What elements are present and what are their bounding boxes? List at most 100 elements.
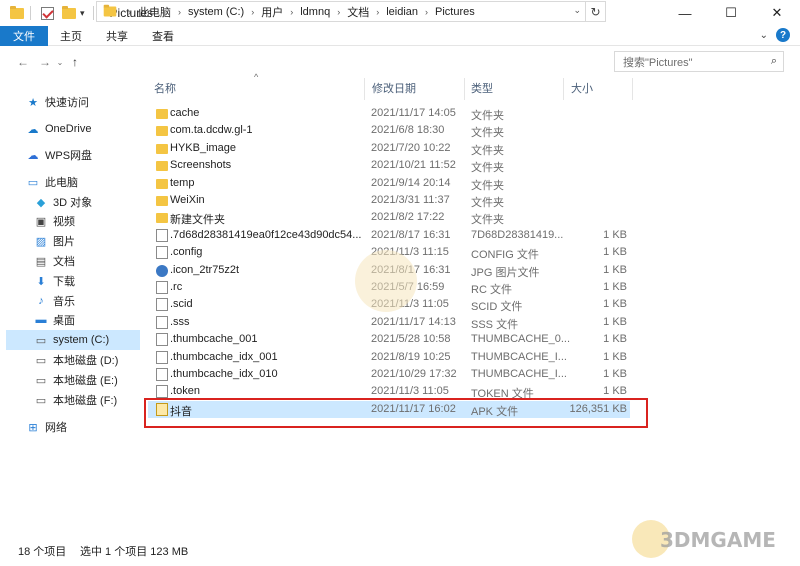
sidebar-item-onedrive[interactable]: ☁ OneDrive <box>26 119 160 139</box>
file-row[interactable]: temp 2021/9/14 20:14 文件夹 <box>148 175 630 192</box>
file-size: 1 KB <box>603 263 627 276</box>
ribbon-right: ⌄ ? <box>760 28 790 42</box>
file-row[interactable]: .thumbcache_001 2021/5/28 10:58 THUMBCAC… <box>148 331 630 348</box>
sidebar-item-label: 桌面 <box>53 315 75 327</box>
sort-ascending-icon: ^ <box>254 72 259 82</box>
file-row[interactable]: 新建文件夹 2021/8/2 17:22 文件夹 <box>148 209 630 226</box>
tab-view[interactable]: 查看 <box>140 26 186 46</box>
sidebar-item-system-c[interactable]: ▭ system (C:) <box>6 330 140 350</box>
tab-file[interactable]: 文件 <box>0 25 48 46</box>
file-type: RC 文件 <box>471 284 512 296</box>
breadcrumb-item[interactable]: 用户 <box>261 4 283 20</box>
address-bar[interactable]: › 此电脑 › system (C:) › 用户 › ldmnq › 文档 › … <box>96 1 606 22</box>
file-size: 1 KB <box>603 298 627 311</box>
file-size: 1 KB <box>603 246 627 259</box>
sidebar-item-label: WPS网盘 <box>45 150 93 162</box>
column-header-date[interactable]: 修改日期 <box>372 76 416 100</box>
column-header-size[interactable]: 大小 <box>571 76 593 100</box>
selection-info: 选中 1 个项目 123 MB <box>80 546 189 558</box>
tab-home[interactable]: 主页 <box>48 26 94 46</box>
sidebar-item-wps[interactable]: ☁ WPS网盘 <box>26 145 160 165</box>
sidebar-item-label: 下载 <box>53 276 75 288</box>
separator <box>92 6 94 20</box>
help-icon[interactable]: ? <box>776 28 790 42</box>
file-date: 2021/8/17 16:31 <box>371 228 451 241</box>
column-divider[interactable] <box>464 78 465 100</box>
file-row[interactable]: cache 2021/11/17 14:05 文件夹 <box>148 105 630 122</box>
folder-icon <box>156 109 168 119</box>
breadcrumb-item[interactable]: leidian <box>386 6 418 18</box>
file-row[interactable]: .thumbcache_idx_010 2021/10/29 17:32 THU… <box>148 366 630 383</box>
file-size: 1 KB <box>603 228 627 241</box>
file-name: .thumbcache_idx_010 <box>170 368 278 380</box>
tab-share[interactable]: 共享 <box>94 26 140 46</box>
separator <box>30 6 31 20</box>
file-type: 文件夹 <box>471 162 504 175</box>
breadcrumb-item[interactable]: ldmnq <box>300 6 330 18</box>
close-button[interactable]: ✕ <box>754 0 800 26</box>
file-row[interactable]: Screenshots 2021/10/21 11:52 文件夹 <box>148 157 630 174</box>
sidebar-item-quick-access[interactable]: ★ 快速访问 <box>26 92 160 112</box>
forward-arrow-icon[interactable]: → <box>36 52 54 72</box>
highlight-annotation <box>144 398 648 428</box>
file-date: 2021/11/3 11:05 <box>371 385 449 398</box>
file-name: .7d68d28381419ea0f12ce43d90dc54... <box>170 228 362 241</box>
quick-access-dropdown-icon[interactable]: ▾ <box>80 8 85 19</box>
properties-icon[interactable] <box>41 6 54 20</box>
drive-icon: ▭ <box>35 374 47 387</box>
maximize-button[interactable]: ☐ <box>708 0 754 26</box>
column-divider[interactable] <box>563 78 564 100</box>
breadcrumb-item[interactable]: 文档 <box>347 4 369 20</box>
file-row[interactable]: .sss 2021/11/17 14:13 SSS 文件 1 KB <box>148 314 630 331</box>
file-type: 文件夹 <box>471 110 504 122</box>
refresh-icon[interactable]: ↻ <box>585 2 605 21</box>
file-name: com.ta.dcdw.gl-1 <box>170 124 253 137</box>
file-type: SCID 文件 <box>471 301 523 314</box>
search-placeholder: 搜索"Pictures" <box>623 56 693 69</box>
chevron-right-icon: › <box>128 6 131 17</box>
column-divider[interactable] <box>632 78 633 100</box>
column-header-name[interactable]: 名称 <box>154 76 176 100</box>
computer-icon: ▭ <box>27 176 39 189</box>
up-arrow-icon[interactable]: ↑ <box>66 52 84 72</box>
new-folder-icon[interactable] <box>62 5 76 19</box>
recent-dropdown-icon[interactable]: ⌄ <box>54 52 66 72</box>
file-size: 1 KB <box>603 385 627 398</box>
network-icon: ⊞ <box>28 421 38 434</box>
file-row[interactable]: HYKB_image 2021/7/20 10:22 文件夹 <box>148 140 630 157</box>
breadcrumb-item[interactable]: 此电脑 <box>138 4 171 20</box>
file-name: .thumbcache_001 <box>170 333 258 346</box>
cube-icon: ◆ <box>36 196 46 209</box>
column-header-type[interactable]: 类型 <box>471 76 493 100</box>
breadcrumb-item[interactable]: system (C:) <box>188 6 244 18</box>
file-size: 1 KB <box>603 350 627 363</box>
file-size: 1 KB <box>603 315 627 328</box>
file-icon <box>156 315 168 329</box>
file-icon <box>156 246 168 260</box>
file-date: 2021/8/19 10:25 <box>371 350 451 363</box>
breadcrumb-item[interactable]: Pictures <box>435 6 475 18</box>
file-icon <box>156 350 168 364</box>
search-input[interactable]: 搜索"Pictures" ⌕ <box>614 51 784 72</box>
sidebar-item-label: 图片 <box>53 236 75 248</box>
file-row[interactable]: com.ta.dcdw.gl-1 2021/6/8 18:30 文件夹 <box>148 122 630 139</box>
minimize-button[interactable]: — <box>662 0 708 26</box>
sidebar-item-label: OneDrive <box>45 123 92 135</box>
file-date: 2021/10/29 17:32 <box>371 368 457 380</box>
chevron-right-icon: › <box>337 6 341 17</box>
sidebar-item-network[interactable]: ⊞ 网络 <box>26 417 160 437</box>
drive-icon: ▭ <box>35 394 47 407</box>
address-dropdown-icon[interactable]: ⌄ <box>573 5 581 16</box>
file-row[interactable]: WeiXin 2021/3/31 11:37 文件夹 <box>148 192 630 209</box>
back-arrow-icon[interactable]: ← <box>14 52 32 72</box>
expand-ribbon-icon[interactable]: ⌄ <box>760 30 768 41</box>
sidebar-item-this-pc[interactable]: ▭ 此电脑 <box>26 172 160 192</box>
file-icon <box>156 281 168 294</box>
file-row[interactable]: .7d68d28381419ea0f12ce43d90dc54... 2021/… <box>148 227 630 244</box>
download-icon: ⬇ <box>36 275 46 288</box>
column-divider[interactable] <box>364 78 365 100</box>
file-name: .icon_2tr75z2t <box>170 263 240 276</box>
file-row[interactable]: .thumbcache_idx_001 2021/8/19 10:25 THUM… <box>148 349 630 366</box>
file-date: 2021/11/17 14:05 <box>371 107 456 119</box>
file-date: 2021/6/8 18:30 <box>371 124 445 137</box>
